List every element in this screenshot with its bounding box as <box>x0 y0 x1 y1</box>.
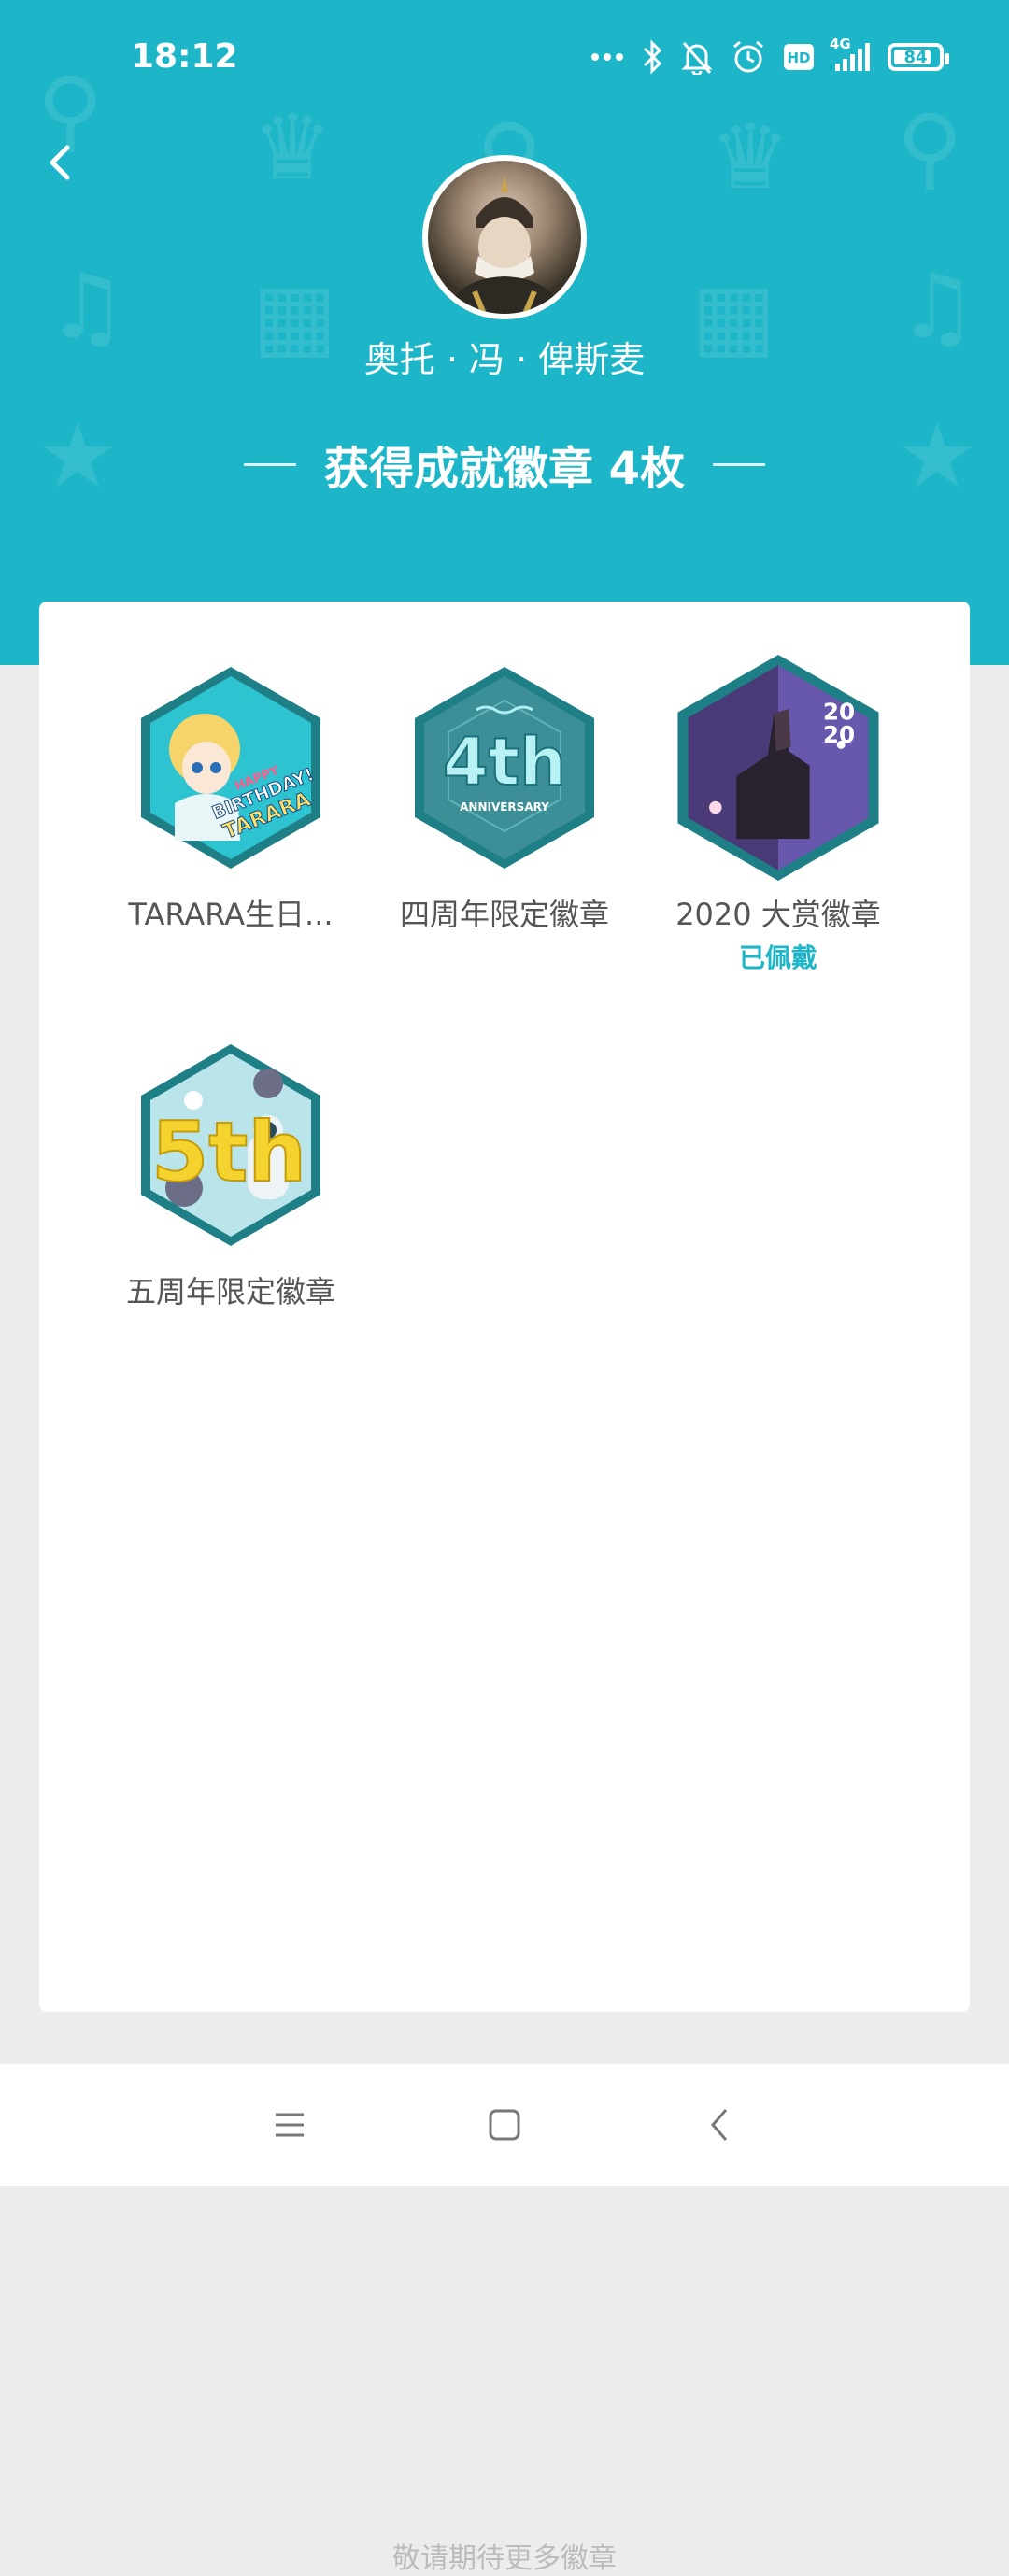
badge-name: 2020 大赏徽章 <box>675 897 881 932</box>
badge-item-tarara-birthday[interactable]: HAPPY BIRTHDAY! TARARA TARARA生日... <box>77 663 385 934</box>
profile-header: ⚲ ♛ ⚲ ♛ ⚲ ♫ ▦ ▦ ♫ ★ ★ 18:12 HD 4G <box>0 0 1009 665</box>
badge-list-card: HAPPY BIRTHDAY! TARARA TARARA生日... 4th A… <box>39 602 970 2575</box>
trophy-decor-icon: ♛ <box>710 105 791 209</box>
more-badges-note: 敬请期待更多徽章 <box>392 2542 617 2575</box>
2020-awards-badge-image: 20 20 <box>677 655 879 881</box>
badge-item-5th-anniversary[interactable]: 5th 五周年限定徽章 <box>77 1040 385 1311</box>
status-time: 18:12 <box>131 37 238 76</box>
divider <box>713 462 766 466</box>
magnifier-decor-icon: ⚲ <box>897 95 963 200</box>
chevron-left-icon <box>50 145 70 180</box>
hd-label: HD <box>787 50 810 66</box>
network-type: 4G <box>830 35 851 52</box>
alarm-icon <box>731 39 766 75</box>
badge-name: 五周年限定徽章 <box>125 1274 335 1309</box>
hd-icon: HD <box>783 43 815 71</box>
badge-art-text: ANNIVERSARY <box>460 800 549 814</box>
status-icons: HD 4G 84 <box>590 35 949 78</box>
system-nav-bar <box>0 2064 1009 2186</box>
badge-art-text: 20 <box>823 721 855 748</box>
mute-bell-icon <box>680 39 714 75</box>
battery-icon: 84 <box>888 43 949 71</box>
tarara-birthday-badge-image: HAPPY BIRTHDAY! TARARA <box>141 667 320 869</box>
achievement-count-title: 获得成就徽章 4枚 <box>0 432 1009 497</box>
badge-item-2020-awards[interactable]: 20 20 2020 大赏徽章 已佩戴 <box>624 650 932 975</box>
more-dots-icon <box>590 52 624 62</box>
5th-anniversary-badge-image: 5th <box>141 1044 320 1246</box>
badge-art-text: 5th <box>151 1104 306 1200</box>
avatar <box>422 155 587 319</box>
nav-home-button[interactable] <box>481 2102 528 2148</box>
signal-icon: 4G <box>830 35 871 73</box>
profile-username: 奥托 · 冯 · 俾斯麦 <box>363 339 646 380</box>
back-triangle-icon <box>711 2109 728 2141</box>
badge-name: TARARA生日... <box>128 897 334 932</box>
badge-name: 四周年限定徽章 <box>399 897 609 932</box>
achievement-title-text: 获得成就徽章 4枚 <box>323 443 686 495</box>
divider <box>243 462 296 466</box>
bluetooth-icon <box>641 39 663 75</box>
battery-level: 84 <box>903 47 928 67</box>
menu-icon <box>276 2113 304 2137</box>
back-button[interactable] <box>34 134 90 191</box>
nav-menu-button[interactable] <box>266 2102 313 2148</box>
home-square-icon <box>489 2109 520 2141</box>
badge-item-4th-anniversary[interactable]: 4th ANNIVERSARY 四周年限定徽章 <box>350 663 659 934</box>
badge-art-text: 4th <box>443 724 566 800</box>
4th-anniversary-badge-image: 4th ANNIVERSARY <box>415 667 594 869</box>
nav-back-button[interactable] <box>696 2102 743 2148</box>
trophy-decor-icon: ♛ <box>252 95 334 200</box>
status-bar: 18:12 HD 4G 84 <box>0 0 1009 114</box>
badge-worn-status: 已佩戴 <box>738 942 817 973</box>
